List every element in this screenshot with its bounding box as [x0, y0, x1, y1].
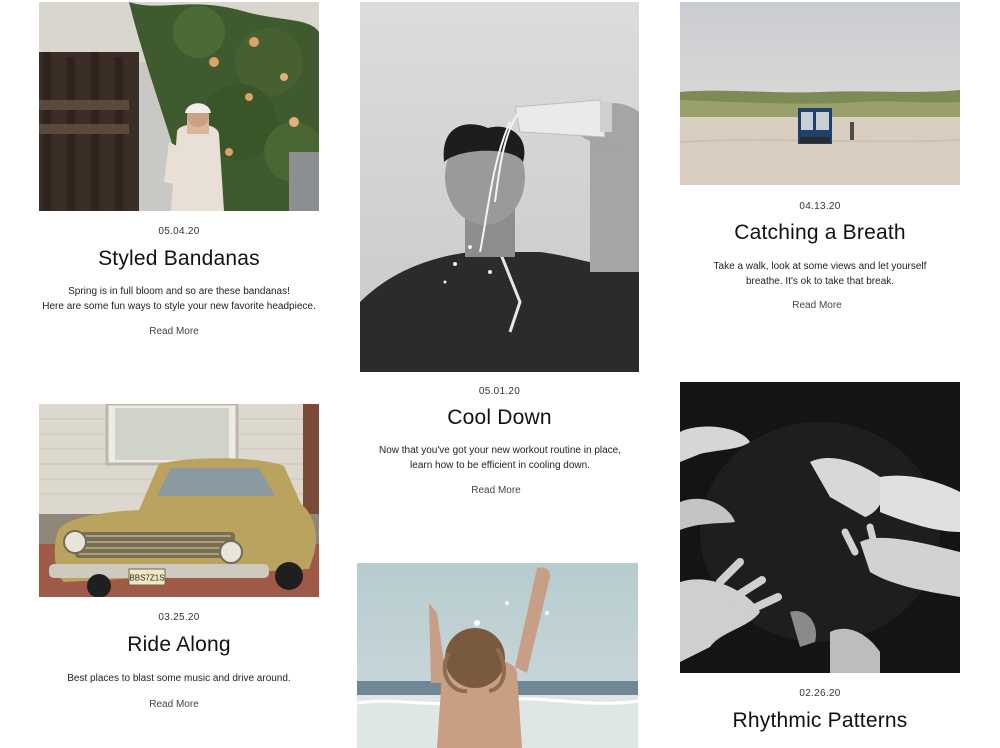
vintage-car-photo: BBS7Z1S: [39, 404, 319, 597]
hands-reaching-photo: [680, 382, 960, 673]
post-date: 02.26.20: [799, 688, 841, 699]
man-pouring-water-photo: [360, 2, 639, 372]
read-more-link[interactable]: Read More: [360, 485, 632, 496]
post-title[interactable]: Ride Along: [39, 633, 319, 657]
post-date: 05.04.20: [158, 226, 200, 237]
post-date: 05.01.20: [478, 386, 521, 397]
post-excerpt-line: Take a walk, look at some views and let …: [713, 261, 927, 272]
post-image-catching-a-breath[interactable]: [680, 2, 960, 185]
post-excerpt-line: breathe. It's ok to take that break.: [745, 276, 895, 287]
woman-splashing-sea-photo: [357, 563, 638, 748]
post-excerpt-line: learn how to be efficient in cooling dow…: [410, 460, 590, 471]
post-title[interactable]: Styled Bandanas: [39, 247, 319, 271]
post-excerpt-line: Spring is in full bloom and so are these…: [68, 286, 290, 297]
read-more-link[interactable]: Read More: [39, 699, 309, 710]
woman-in-bandana-photo: [39, 2, 319, 211]
beach-dunes-photo: [680, 2, 960, 185]
post-title[interactable]: Cool Down: [360, 406, 639, 430]
post-image-splashing-sea[interactable]: [357, 563, 638, 748]
post-image-cool-down[interactable]: [360, 2, 639, 372]
post-excerpt-line: Best places to blast some music and driv…: [67, 673, 291, 684]
license-plate-text: BBS7Z1S: [129, 574, 164, 583]
post-image-ride-along[interactable]: BBS7Z1S: [39, 404, 319, 597]
post-image-styled-bandanas[interactable]: [39, 2, 319, 211]
post-image-rhythmic-patterns[interactable]: [680, 382, 960, 673]
post-title[interactable]: Rhythmic Patterns: [680, 709, 960, 733]
read-more-link[interactable]: Read More: [39, 326, 309, 337]
post-excerpt-line: Here are some fun ways to style your new…: [42, 301, 316, 312]
post-date: 04.13.20: [799, 201, 841, 212]
read-more-link[interactable]: Read More: [680, 300, 954, 311]
post-date: 03.25.20: [158, 612, 200, 623]
post-excerpt-line: Now that you've got your new workout rou…: [378, 445, 622, 456]
post-title[interactable]: Catching a Breath: [680, 221, 960, 245]
